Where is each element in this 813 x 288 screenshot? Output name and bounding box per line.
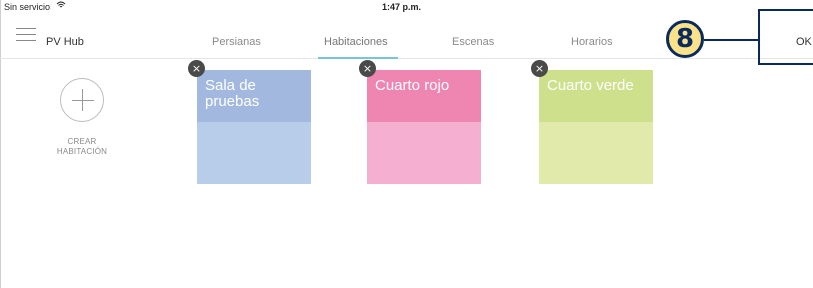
app-title: PV Hub — [46, 36, 84, 48]
room-card-header: Cuarto rojo — [367, 70, 481, 122]
close-icon[interactable]: × — [531, 60, 548, 77]
room-card-cuarto-rojo[interactable]: Cuarto rojo — [367, 70, 481, 184]
close-icon[interactable]: × — [359, 60, 376, 77]
create-room-label-line2: HABITACIÓN — [56, 147, 108, 156]
room-card-body — [197, 122, 311, 184]
callout-highlight-box — [758, 9, 813, 65]
close-icon[interactable]: × — [188, 60, 205, 77]
callout-connector — [704, 39, 758, 41]
room-name-line1: Sala de — [205, 77, 256, 94]
tab-horarios[interactable]: Horarios — [571, 36, 613, 48]
room-card-cuarto-verde[interactable]: Cuarto verde — [539, 70, 653, 184]
room-name-line1: Cuarto rojo — [375, 77, 450, 94]
tab-habitaciones[interactable]: Habitaciones — [324, 36, 388, 48]
room-name-line2: pruebas — [205, 93, 260, 110]
wifi-icon — [56, 1, 66, 11]
status-bar: Sin servicio 1:47 p.m. — [0, 0, 813, 16]
callout-number-badge: 8 — [666, 20, 704, 58]
create-room-button[interactable]: CREAR HABITACIÓN — [40, 78, 124, 157]
room-card-sala-de-pruebas[interactable]: Sala de pruebas — [197, 70, 311, 184]
carrier-label: Sin servicio — [4, 2, 51, 12]
clock: 1:47 p.m. — [382, 2, 422, 12]
room-name-line1: Cuarto verde — [547, 77, 634, 94]
room-card-header: Sala de pruebas — [197, 70, 311, 122]
room-card-header: Cuarto verde — [539, 70, 653, 122]
tab-persianas[interactable]: Persianas — [212, 36, 261, 48]
active-tab-indicator — [318, 57, 398, 59]
tab-escenas[interactable]: Escenas — [452, 36, 494, 48]
create-room-label: CREAR HABITACIÓN — [40, 137, 124, 157]
room-card-body — [539, 122, 653, 184]
room-card-body — [367, 122, 481, 184]
plus-circle-icon — [60, 78, 104, 122]
hamburger-menu-icon[interactable] — [16, 28, 36, 42]
create-room-label-line1: CREAR — [67, 137, 97, 146]
